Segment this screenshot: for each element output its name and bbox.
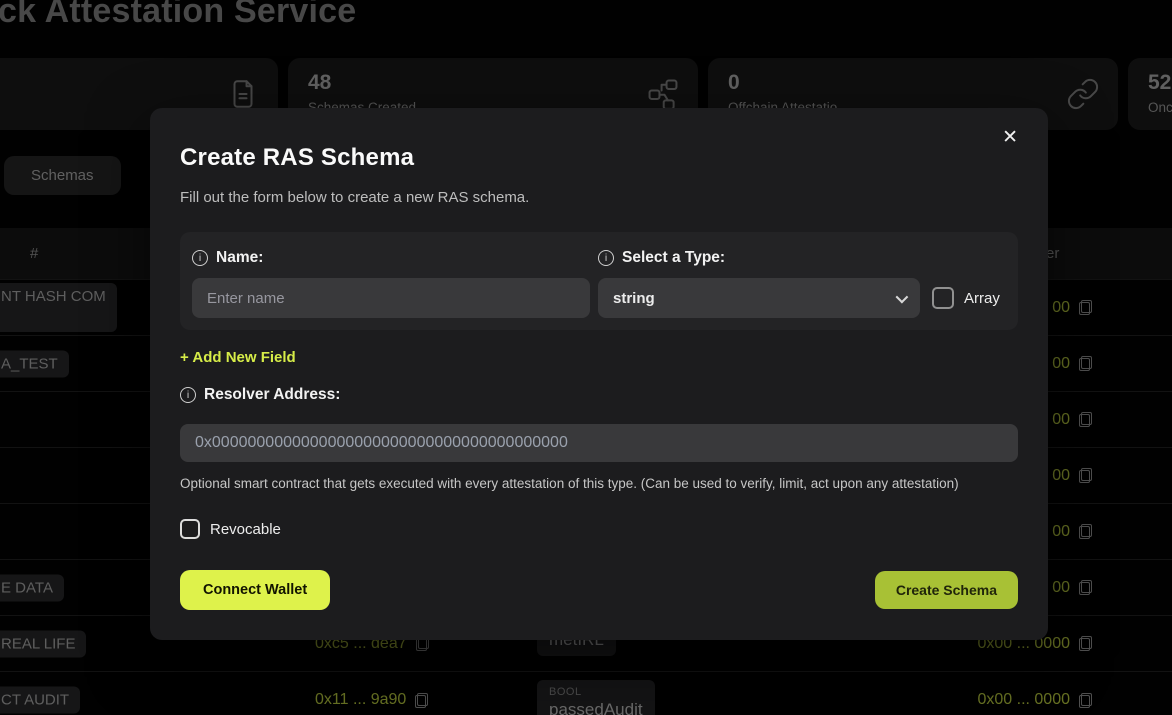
close-icon[interactable]: ✕ (1002, 128, 1018, 147)
modal-subtitle: Fill out the form below to create a new … (180, 189, 1018, 206)
type-select[interactable]: string (598, 278, 920, 318)
array-label: Array (964, 290, 1000, 307)
create-schema-modal: ✕ Create RAS Schema Fill out the form be… (150, 108, 1048, 640)
resolver-help-text: Optional smart contract that gets execut… (180, 474, 970, 494)
info-icon[interactable]: i (598, 250, 614, 266)
modal-title: Create RAS Schema (180, 144, 1018, 172)
create-schema-button[interactable]: Create Schema (875, 571, 1018, 609)
field-definition-card: i Name: i Select a Type: string (180, 232, 1018, 330)
resolver-label: Resolver Address: (204, 386, 340, 404)
name-label-row: i Name: (192, 247, 590, 268)
name-input[interactable] (192, 278, 590, 318)
array-checkbox[interactable] (932, 287, 954, 309)
app-root: ck Attestation Service 48 Schemas Create… (0, 0, 1172, 715)
connect-wallet-button[interactable]: Connect Wallet (180, 570, 330, 610)
type-label: Select a Type: (622, 249, 725, 267)
info-icon[interactable]: i (192, 250, 208, 266)
info-icon[interactable]: i (180, 387, 196, 403)
type-select-value: string (613, 290, 655, 307)
add-new-field-button[interactable]: + Add New Field (180, 349, 296, 366)
resolver-address-input[interactable] (180, 424, 1018, 462)
revocable-checkbox[interactable] (180, 519, 200, 539)
name-label: Name: (216, 249, 263, 267)
resolver-label-row: i Resolver Address: (180, 384, 1018, 405)
type-label-row: i Select a Type: (598, 247, 1006, 268)
revocable-label: Revocable (210, 521, 281, 538)
chevron-down-icon (896, 290, 909, 303)
